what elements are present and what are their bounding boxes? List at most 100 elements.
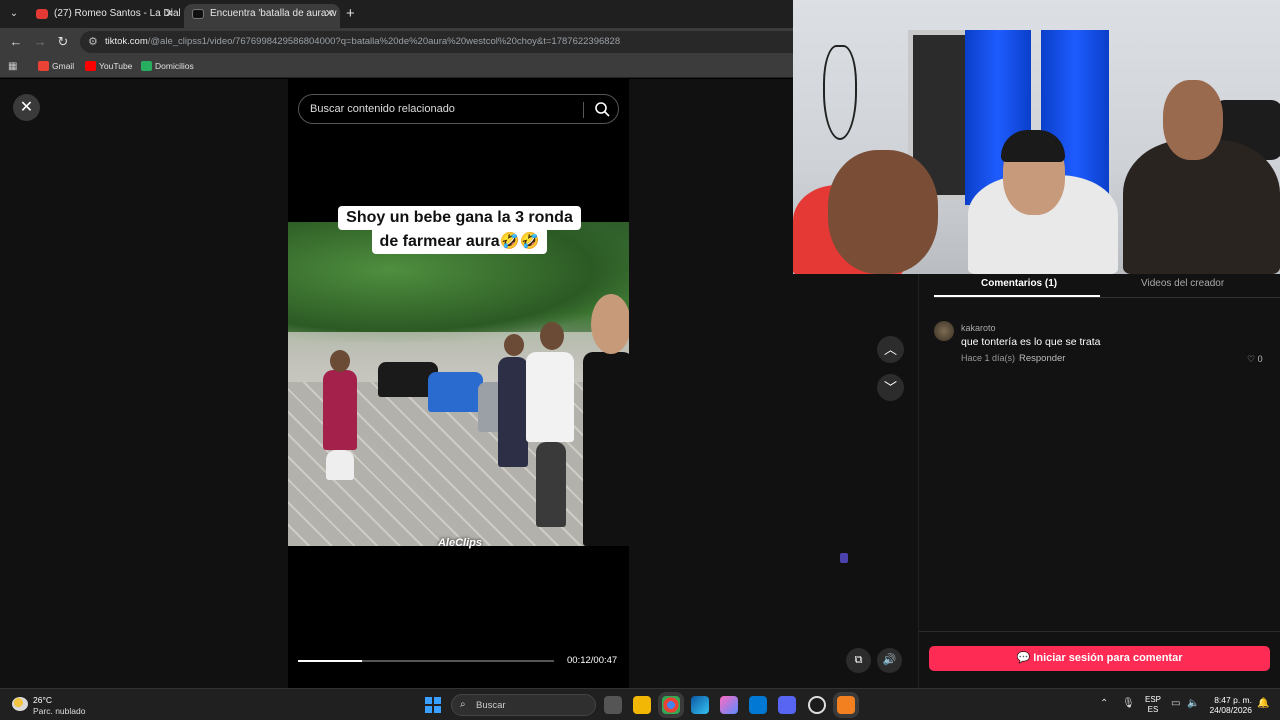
login-to-comment-button[interactable]: 💬 Iniciar sesión para comentar [929,646,1270,671]
discord-icon[interactable] [778,696,796,714]
search-placeholder: Buscar [476,700,506,711]
video-scene [583,352,629,546]
temperature: 26°C [33,695,52,705]
reload-icon[interactable]: ↻ [55,34,71,50]
webcam-overlay [793,0,1280,274]
tiktok-favicon-icon [192,9,204,19]
comment-text: que tontería es lo que se trata [961,336,1101,348]
file-explorer-icon[interactable] [633,696,651,714]
chrome-icon[interactable] [662,696,680,714]
obs-icon[interactable] [808,696,826,714]
video-scene [591,294,629,354]
new-tab-icon[interactable]: + [346,4,355,24]
bookmarks-bar: ▦ Gmail YouTube Domicilios [0,56,793,78]
next-video-button[interactable]: ﹀ [877,374,904,401]
search-placeholder: Buscar contenido relacionado [310,103,455,115]
search-icon: ⌕ [460,699,466,710]
youtube-icon [85,61,96,71]
login-label: Iniciar sesión para comentar [1033,652,1183,664]
avatar[interactable] [934,321,954,341]
tab-creator-videos[interactable]: Videos del creador [1141,278,1224,289]
windows-taskbar: 26°C Parc. nublado ⌕ Buscar ⌃ 🎙 ESP ES ▭ … [0,688,1280,720]
weather-icon[interactable] [12,697,28,711]
bookmark-gmail[interactable]: Gmail [38,61,74,71]
video-scene [498,357,528,467]
close-tab-icon[interactable]: ✕ [165,4,174,24]
tab-title: (27) Romeo Santos - La Diabla/ [54,8,180,19]
progress-bar[interactable] [298,660,554,662]
webcam-scene [1123,140,1280,274]
tab-title: Encuentra 'batalla de aura w [210,8,337,19]
related-search-input[interactable]: Buscar contenido relacionado [298,94,619,124]
taskbar-search-input[interactable]: ⌕ Buscar [451,694,596,716]
task-view-icon[interactable] [604,696,622,714]
apps-grid-icon[interactable]: ▦ [8,61,19,72]
gmail-icon [38,61,49,71]
store-icon[interactable] [749,696,767,714]
video-scene [428,372,483,412]
comment-bubble-icon: 💬 [1016,652,1031,664]
video-scene [323,370,357,450]
copilot-icon[interactable] [720,696,738,714]
caption-line: de farmear aura🤣🤣 [371,230,548,254]
tab-comments[interactable]: Comentarios (1) [981,278,1057,289]
network-icon[interactable]: ▭ [1171,698,1180,709]
divider [934,297,1280,298]
comment-username[interactable]: kakaroto [961,323,996,333]
video-player[interactable] [288,222,629,546]
mouse-cursor [840,553,848,563]
reply-button[interactable]: Responder [1019,353,1065,364]
floating-player-icon[interactable]: ⧉ [846,648,871,673]
site-info-icon[interactable]: ⚙ [88,35,98,48]
url-field[interactable]: ⚙ tiktok.com/@ale_clipss1/video/76769984… [80,31,793,53]
video-watermark: AleClips [437,537,482,549]
like-button[interactable]: ♡ 0 [1247,354,1263,365]
webcam-scene [1163,80,1223,160]
notification-icon[interactable]: 🔔 [1257,698,1269,709]
microphone-icon[interactable]: 🎙 [1122,698,1135,709]
search-icon[interactable] [593,100,611,118]
speaker-icon[interactable]: 🔈 [1187,698,1199,709]
bookmark-youtube[interactable]: YouTube [85,61,132,71]
progress-fill [298,660,362,662]
comments-panel: Comentarios (1) Videos del creador kakar… [918,274,1280,688]
comment-time: Hace 1 día(s) [961,353,1016,363]
video-caption: Shoy un bebe gana la 3 ronda de farmear … [337,206,582,254]
webcam-scene [828,150,938,274]
close-tab-icon[interactable]: ✕ [325,4,334,24]
clock[interactable]: 8:47 p. m. 24/08/2026 [1204,695,1252,715]
youtube-favicon-icon [36,9,48,19]
video-time: 00:12/00:47 [567,655,618,666]
weather-description: Parc. nublado [33,706,86,716]
edge-icon[interactable] [691,696,709,714]
video-scene [330,350,350,372]
close-video-button[interactable]: ✕ [13,94,40,121]
forward-icon[interactable]: → [32,34,48,50]
tab-tiktok[interactable]: Encuentra 'batalla de aura w ✕ [184,4,340,28]
back-icon[interactable]: ← [8,34,24,50]
divider [919,631,1280,632]
windows-start-icon[interactable] [425,697,441,713]
cloudflare-icon[interactable] [837,696,855,714]
language-indicator[interactable]: ESP ES [1145,695,1161,715]
chevron-up-icon[interactable]: ⌃ [1100,698,1108,709]
video-scene [326,450,354,480]
url-text: tiktok.com/@ale_clipss1/video/7676998429… [105,36,621,47]
wall-art [823,45,857,140]
address-bar: ← → ↻ ⚙ tiktok.com/@ale_clipss1/video/76… [0,28,793,56]
heart-icon: ♡ [1247,354,1256,364]
tab-search-icon[interactable]: ⌄ [6,6,22,22]
video-scene [536,442,566,527]
video-scene [526,352,574,442]
bookmark-domicilios[interactable]: Domicilios [141,61,194,71]
volume-icon[interactable]: 🔊 [877,648,902,673]
previous-video-button[interactable]: ︿ [877,336,904,363]
domicilios-icon [141,61,152,71]
divider [583,102,584,118]
tab-youtube[interactable]: (27) Romeo Santos - La Diabla/ ✕ [28,4,180,28]
like-count: 0 [1257,354,1263,364]
caption-line: Shoy un bebe gana la 3 ronda [338,206,581,230]
video-scene [540,322,564,350]
tab-strip: ⌄ (27) Romeo Santos - La Diabla/ ✕ Encue… [0,0,793,28]
video-scene [504,334,524,356]
